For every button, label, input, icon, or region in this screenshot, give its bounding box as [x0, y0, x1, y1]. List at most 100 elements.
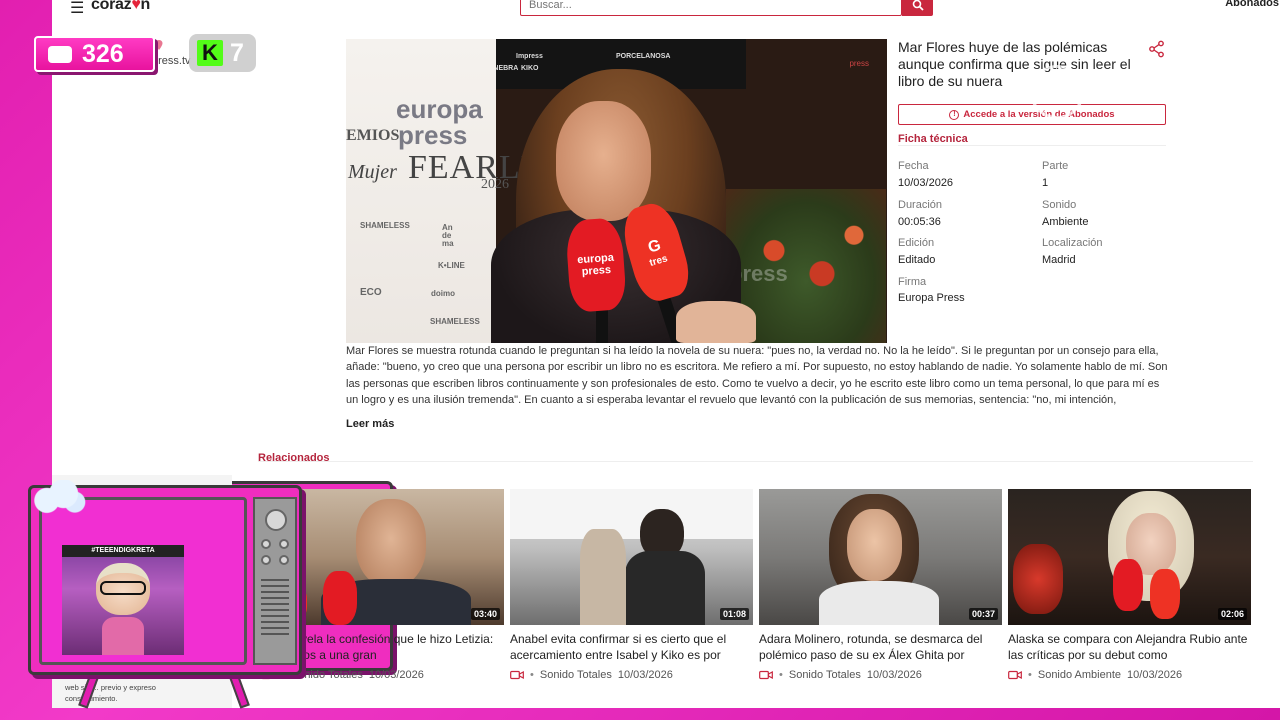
fecha-value: 10/03/2026 [898, 177, 954, 189]
ficha-tecnica-heading: Ficha técnica [898, 133, 968, 145]
related-thumbnail[interactable]: 00:37 [759, 489, 1002, 625]
tv-button [261, 555, 271, 565]
thumb-face [847, 509, 902, 581]
wall-mujer-text: Mujer [348, 161, 397, 183]
separator-dot: • [1028, 669, 1032, 681]
sonido-value: Ambiente [1042, 216, 1089, 228]
wall-premios-text: EMIOS [346, 127, 400, 144]
sponsor-logo: Impress [516, 53, 543, 60]
search-icon [912, 0, 924, 11]
tv-button [279, 555, 289, 565]
duration-badge: 00:37 [968, 608, 998, 620]
duracion-value: 00:05:36 [898, 216, 941, 228]
avatar-body [102, 617, 144, 655]
related-title[interactable]: Alaska se compara con Alejandra Rubio an… [1008, 631, 1251, 663]
divider [258, 461, 1253, 462]
related-heading: Relacionados [258, 452, 330, 464]
video-camera-icon [510, 670, 524, 680]
tv-button [279, 539, 289, 549]
localizacion-label: Localización [1042, 237, 1103, 249]
related-thumbnail[interactable]: 02:06 [1008, 489, 1251, 625]
search-input[interactable] [521, 0, 891, 15]
chat-count: 326 [82, 39, 124, 68]
related-meta: • Sonido Ambiente 10/03/2026 [1008, 669, 1251, 681]
related-meta: • Sonido Totales 10/03/2026 [759, 669, 1002, 681]
tv-knob [265, 509, 287, 531]
divider [898, 145, 1166, 146]
related-date: 10/03/2026 [866, 669, 922, 681]
cloud-decoration [30, 480, 86, 514]
abonados-version-button[interactable]: ! Accede a la versión de Abonados [898, 104, 1166, 125]
share-icon[interactable] [1148, 40, 1166, 58]
related-date: 10/03/2026 [368, 669, 424, 681]
tv-banner: #TEEENDIGKRETA [62, 545, 184, 557]
related-card[interactable]: 00:37 Adara Molinero, rotunda, se desmar… [759, 489, 1002, 681]
europa-press-wall-logo: europa press [396, 94, 483, 150]
tv-speaker [261, 579, 289, 639]
stream-watermark-logo [1030, 65, 1084, 119]
related-sound: Sonido Ambiente [1037, 669, 1122, 681]
related-meta: • Sonido Totales 10/03/2026 [510, 669, 753, 681]
kick-count: 7 [230, 38, 244, 67]
interviewee-face [556, 101, 651, 221]
related-date: 10/03/2026 [1127, 669, 1183, 681]
related-date: 10/03/2026 [617, 669, 673, 681]
thumb-mic [323, 571, 357, 625]
wall-eco-logo: ECO [360, 287, 382, 298]
duration-badge: 02:06 [1217, 608, 1247, 620]
tv-screen: #TEEENDIGKRETA [39, 497, 247, 665]
related-title[interactable]: Anabel evita confirmar si es cierto que … [510, 631, 753, 663]
separator-dot: • [779, 669, 783, 681]
thumb-body [819, 581, 939, 625]
related-sound: Sonido Totales [539, 669, 612, 681]
kick-logo-icon: K [197, 40, 223, 66]
thumb-decoration [1013, 544, 1063, 614]
wall-andema-logo: An de ma [442, 223, 454, 248]
read-more-link[interactable]: Leer más [346, 418, 394, 430]
pin-icon [155, 40, 163, 50]
sponsor-logo: PORCELANOSA [616, 53, 671, 60]
search-box [520, 0, 902, 16]
tv-button [261, 539, 271, 549]
thumb-ceiling [510, 489, 753, 539]
thumb-face [356, 499, 426, 587]
search-button[interactable] [902, 0, 933, 16]
wall-year-text: 2026 [481, 177, 509, 192]
duracion-label: Duración [898, 199, 943, 211]
duration-badge: 03:40 [470, 608, 500, 620]
related-card[interactable]: 01:08 Anabel evita confirmar si es ciert… [510, 489, 753, 681]
kick-viewers-badge: K 7 [189, 34, 256, 72]
site-header: ☰ coraz♥ntv Abonados [52, 0, 1280, 671]
video-watermark-top: press [849, 59, 869, 68]
video-title: Mar Flores huye de las polémicas aunque … [898, 39, 1131, 89]
thumb-mic [1113, 559, 1143, 611]
edicion-label: Edición [898, 237, 935, 249]
video-player[interactable]: Impress KIKO PORCELANOSA GINEBRA europa p… [346, 39, 887, 343]
chat-icon [48, 45, 72, 63]
related-card[interactable]: 02:06 Alaska se compara con Alejandra Ru… [1008, 489, 1251, 681]
thumb-person [580, 529, 626, 625]
thumb-mic [1150, 569, 1180, 619]
wall-shameless-logo-2: SHAMELESS [430, 317, 480, 326]
wall-kline-logo: K•LINE [438, 261, 465, 270]
parte-value: 1 [1042, 177, 1049, 189]
wall-doimo-logo: doimo [431, 289, 455, 298]
related-sound: Sonido Totales [788, 669, 861, 681]
related-thumbnail[interactable]: 01:08 [510, 489, 753, 625]
press-domain-text: press.tv [152, 55, 191, 67]
chat-viewers-badge: 326 [34, 36, 155, 72]
related-title[interactable]: Adara Molinero, rotunda, se desmarca del… [759, 631, 1002, 663]
duration-badge: 01:08 [719, 608, 749, 620]
tv-control-panel [253, 497, 297, 665]
wall-shameless-logo: SHAMELESS [360, 221, 410, 230]
video-description: Mar Flores se muestra rotunda cuando le … [346, 345, 1168, 406]
edicion-value: Editado [898, 254, 936, 266]
reporter-hand [676, 301, 756, 343]
parte-label: Parte [1042, 160, 1069, 172]
video-camera-icon [759, 670, 773, 680]
abonados-link[interactable]: Abonados [1225, 0, 1279, 9]
glasses-icon [100, 581, 146, 595]
webcam-avatar: #TEEENDIGKRETA [62, 545, 184, 655]
site-logo[interactable]: coraz♥ntv [91, 0, 393, 671]
menu-icon[interactable]: ☰ [70, 0, 84, 18]
